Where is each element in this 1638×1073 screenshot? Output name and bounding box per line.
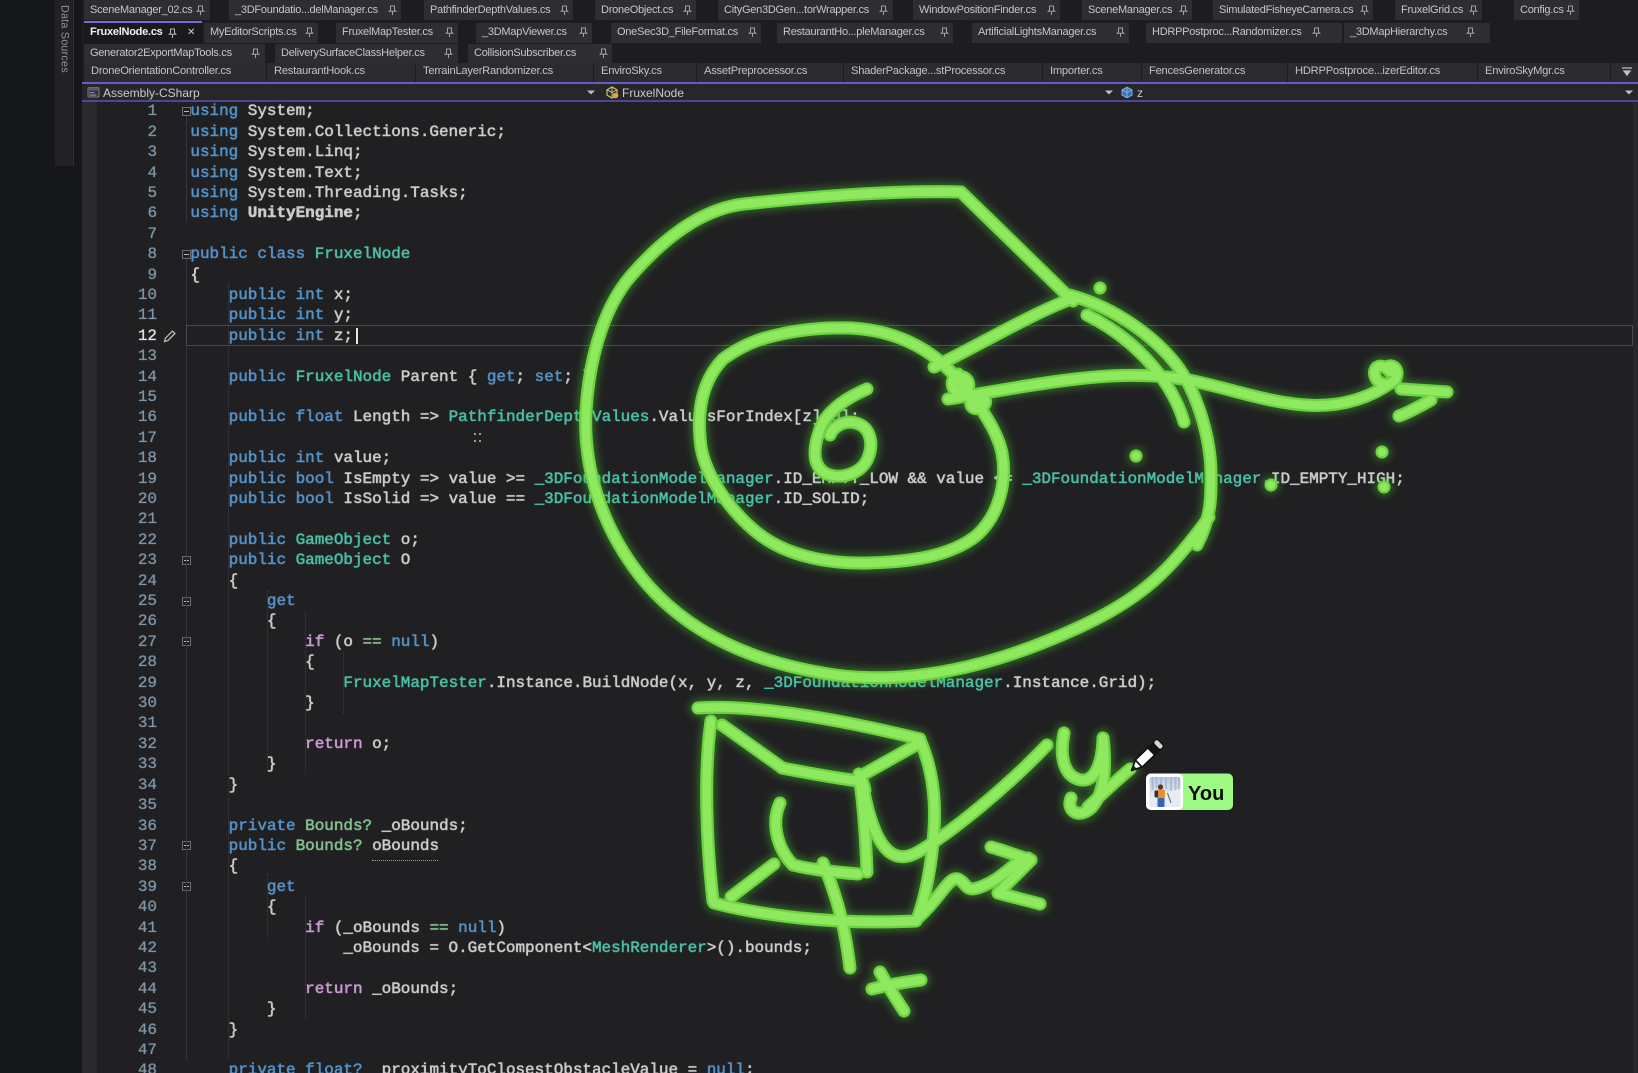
svg-text:You: You	[1188, 783, 1224, 805]
